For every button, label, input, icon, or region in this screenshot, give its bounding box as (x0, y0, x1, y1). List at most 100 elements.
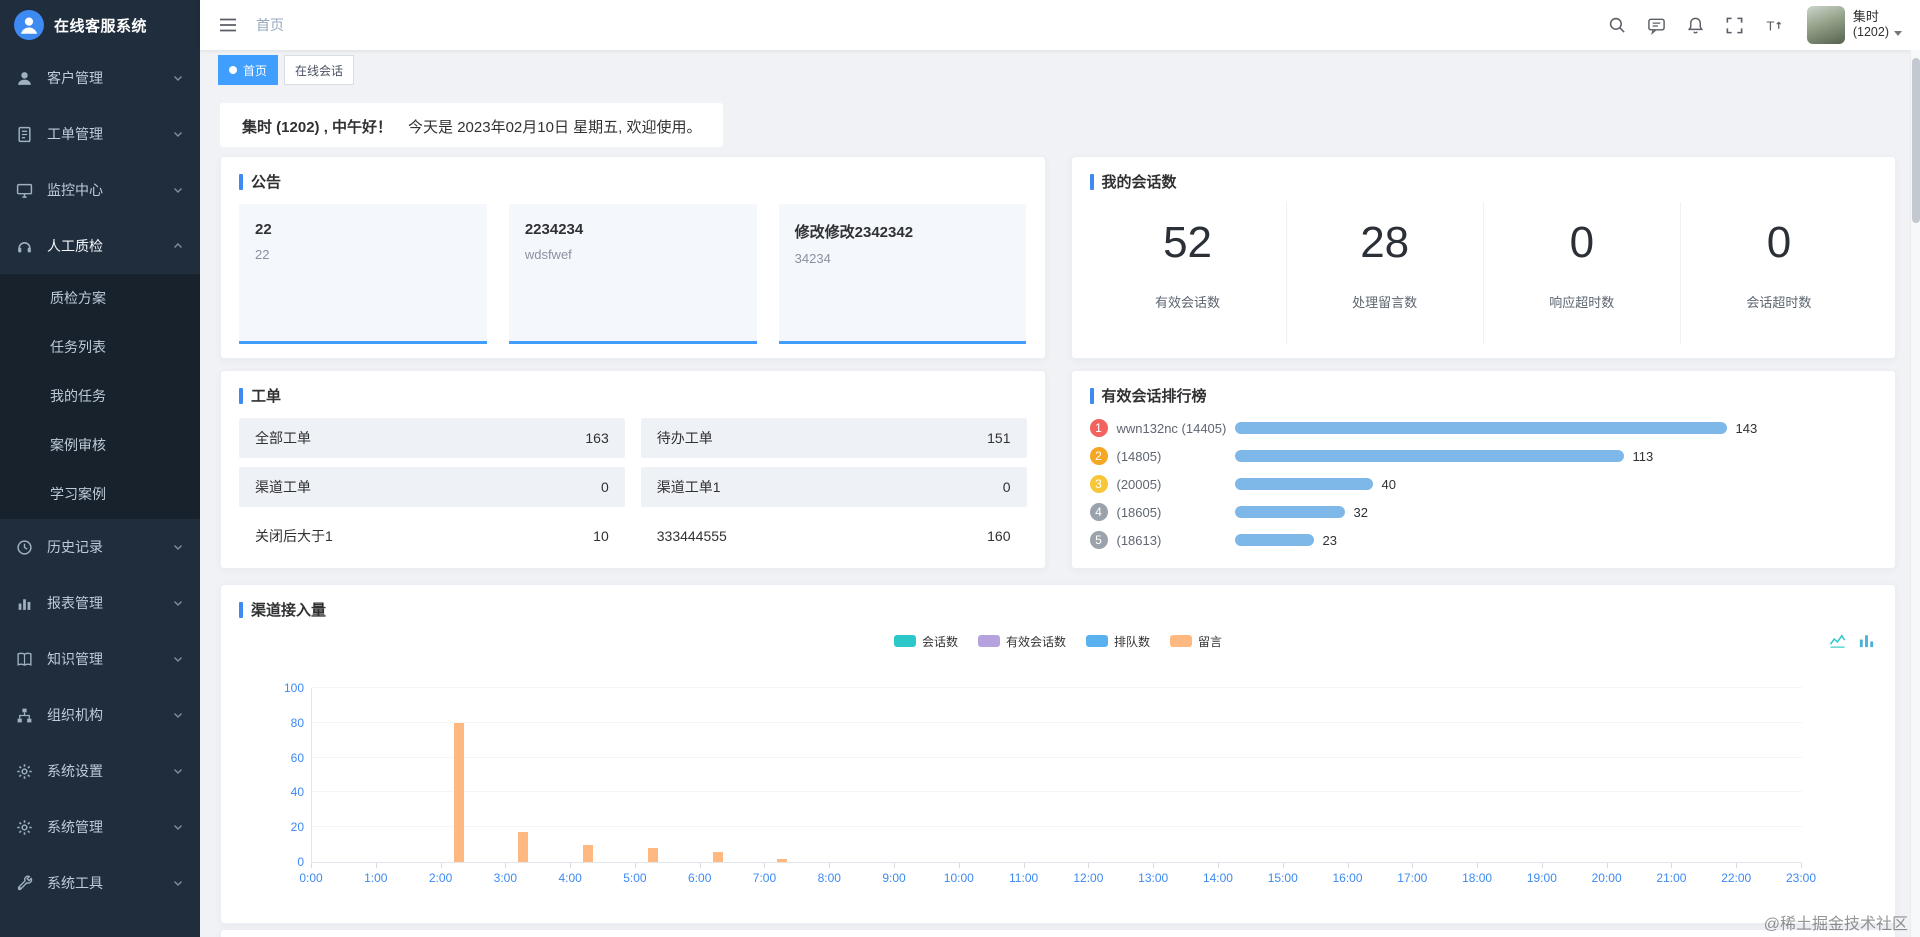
rank-badge: 1 (1089, 419, 1108, 437)
user-icon (16, 70, 33, 87)
sidebar-item-workorder[interactable]: 工单管理 (0, 106, 200, 162)
legend-label: 留言 (1198, 634, 1223, 649)
org-icon (16, 707, 33, 724)
legend-label: 有效会话数 (1005, 634, 1066, 649)
stat-label: 有效会话数 (1155, 295, 1221, 310)
sidebar-subitem-task-list[interactable]: 任务列表 (0, 323, 200, 372)
x-axis-tick (1412, 863, 1414, 868)
next-card-partial (220, 929, 1896, 937)
x-axis-tick (1347, 863, 1349, 868)
session-stat: 0 响应超时数 (1484, 202, 1681, 344)
workorder-item[interactable]: 渠道工单 0 (239, 467, 625, 507)
x-axis-tick (505, 863, 507, 868)
user-account: (1202) (1853, 25, 1902, 41)
x-axis-label: 12:00 (1073, 871, 1104, 885)
x-axis-tick (1671, 863, 1673, 868)
workorder-item[interactable]: 待办工单 151 (640, 418, 1027, 458)
tab-online-session[interactable]: 在线会话 (284, 55, 355, 85)
user-menu[interactable]: 集时 (1202) (1806, 6, 1902, 44)
tab-label: 在线会话 (295, 63, 344, 78)
greeting-bar: 集时 (1202) , 中午好！ 今天是 2023年02月10日 星期五, 欢迎使… (220, 103, 724, 147)
x-axis-label: 13:00 (1138, 871, 1169, 885)
chart-bar (777, 858, 788, 862)
sidebar-item-label: 工单管理 (47, 126, 103, 142)
sidebar-item-monitor[interactable]: 监控中心 (0, 162, 200, 218)
sidebar-item-customer[interactable]: 客户管理 (0, 50, 200, 106)
announcement-title: 修改修改2342342 (794, 224, 914, 241)
bell-icon[interactable] (1686, 16, 1705, 35)
x-axis-label: 18:00 (1462, 871, 1493, 885)
workorder-value: 160 (987, 528, 1011, 544)
sidebar-item-sys-settings[interactable]: 系统设置 (0, 743, 200, 799)
hamburger-icon[interactable] (218, 15, 238, 35)
x-axis-label: 23:00 (1785, 871, 1817, 885)
channel-chart-card: 渠道接入量 会话数 有效会话数 排队数 留言 0 20 40 60 80 100 0:00 1:0… (220, 584, 1896, 924)
line-chart-icon[interactable] (1829, 632, 1846, 649)
x-axis-label: 11:00 (1009, 871, 1039, 885)
session-stats: 52 有效会话数 28 处理留言数 0 响应超时数 0 会话超时数 (1090, 202, 1878, 344)
sidebar-item-sys-tools[interactable]: 系统工具 (0, 855, 200, 911)
title-marker (1089, 387, 1094, 404)
greeting-strong: 集时 (1202) , 中午好！ (242, 119, 393, 136)
announcement-item[interactable]: 2234234 wdsfwef (508, 204, 757, 344)
sidebar-item-reports[interactable]: 报表管理 (0, 575, 200, 631)
sidebar-subitem-qc-plan[interactable]: 质检方案 (0, 274, 200, 323)
fullscreen-icon[interactable] (1725, 16, 1744, 35)
chart-bar (583, 844, 594, 862)
x-axis-tick (1606, 863, 1608, 868)
announcement-item[interactable]: 22 22 (239, 204, 487, 344)
x-axis-label: 6:00 (688, 871, 712, 885)
x-axis-label: 16:00 (1332, 871, 1363, 885)
user-meta: 集时 (1202) (1853, 9, 1902, 41)
stat-value: 28 (1360, 218, 1410, 267)
workorder-value: 0 (600, 479, 609, 495)
ranking-row[interactable]: 3 (20005) 40 (1089, 474, 1878, 494)
sidebar-menu: 客户管理工单管理监控中心 人工质检 质检方案 任务列表 我的任务 案例审核 学习案例 历史记录… (0, 50, 200, 911)
content: 集时 (1202) , 中午好！ 今天是 2023年02月10日 星期五, 欢迎使… (200, 90, 1920, 937)
workorder-item[interactable]: 333444555 160 (641, 516, 1027, 556)
sidebar-item-history[interactable]: 历史记录 (0, 519, 200, 575)
x-axis-tick (311, 863, 312, 868)
rank-badge: 2 (1089, 447, 1108, 465)
search-icon[interactable] (1608, 16, 1627, 35)
sidebar-subitem-case-review[interactable]: 案例审核 (0, 421, 200, 470)
bar-chart-icon[interactable] (1858, 632, 1875, 649)
main-area: 首页 T 集时 (1202) 首页 在线会话 集时 (1202) , 中午好！ … (200, 0, 1920, 937)
legend-item-3[interactable]: 留言 (1170, 633, 1222, 650)
chart-plot-area: 0 20 40 60 80 100 (284, 681, 1802, 869)
chevron-down-icon (172, 184, 184, 196)
barchart-icon (16, 595, 33, 612)
scrollbar-track[interactable] (1910, 50, 1920, 937)
sidebar-subitem-study-cases[interactable]: 学习案例 (0, 470, 200, 519)
ranking-bar (1234, 506, 1345, 518)
legend-item-1[interactable]: 有效会话数 (977, 633, 1066, 650)
message-icon[interactable] (1647, 16, 1666, 35)
legend-item-0[interactable]: 会话数 (893, 633, 958, 650)
breadcrumb: 首页 (256, 17, 284, 33)
announcement-item[interactable]: 修改修改2342342 34234 (778, 204, 1027, 344)
ranking-row[interactable]: 5 (18613) 23 (1089, 530, 1878, 550)
sidebar-item-sys-manage[interactable]: 系统管理 (0, 799, 200, 855)
announcement-list: 22 22 2234234 wdsfwef 修改修改2342342 34234 (239, 204, 1027, 344)
sidebar-item-organization[interactable]: 组织机构 (0, 687, 200, 743)
customer-service-logo-icon (14, 10, 44, 40)
ranking-row[interactable]: 1 wwn132nc (14405) 143 (1089, 418, 1878, 438)
chart-bar (647, 848, 658, 862)
sidebar-item-quality-check[interactable]: 人工质检 (0, 218, 200, 274)
workorder-item[interactable]: 全部工单 163 (239, 418, 625, 458)
title-marker (239, 387, 243, 404)
sidebar-item-knowledge[interactable]: 知识管理 (0, 631, 200, 687)
font-size-icon[interactable]: T (1764, 16, 1783, 35)
ranking-row[interactable]: 2 (14805) 113 (1089, 446, 1878, 466)
workorder-item[interactable]: 关闭后大于1 10 (239, 516, 625, 556)
ranking-row[interactable]: 4 (18605) 32 (1089, 502, 1878, 522)
tab-home[interactable]: 首页 (218, 55, 279, 85)
ranking-value: 23 (1322, 532, 1337, 548)
rank-badge: 4 (1089, 503, 1108, 521)
sidebar-subitem-my-tasks[interactable]: 我的任务 (0, 372, 200, 421)
workorder-item[interactable]: 渠道工单1 0 (640, 467, 1027, 507)
legend-item-2[interactable]: 排队数 (1086, 633, 1150, 650)
scrollbar-thumb[interactable] (1912, 58, 1920, 223)
app-root: 在线客服系统 客户管理 工单管理 监控中心 人工质检 质检方案 任务列表 我的任务 案例审核学… (0, 0, 1920, 937)
chart-bar (453, 722, 464, 862)
